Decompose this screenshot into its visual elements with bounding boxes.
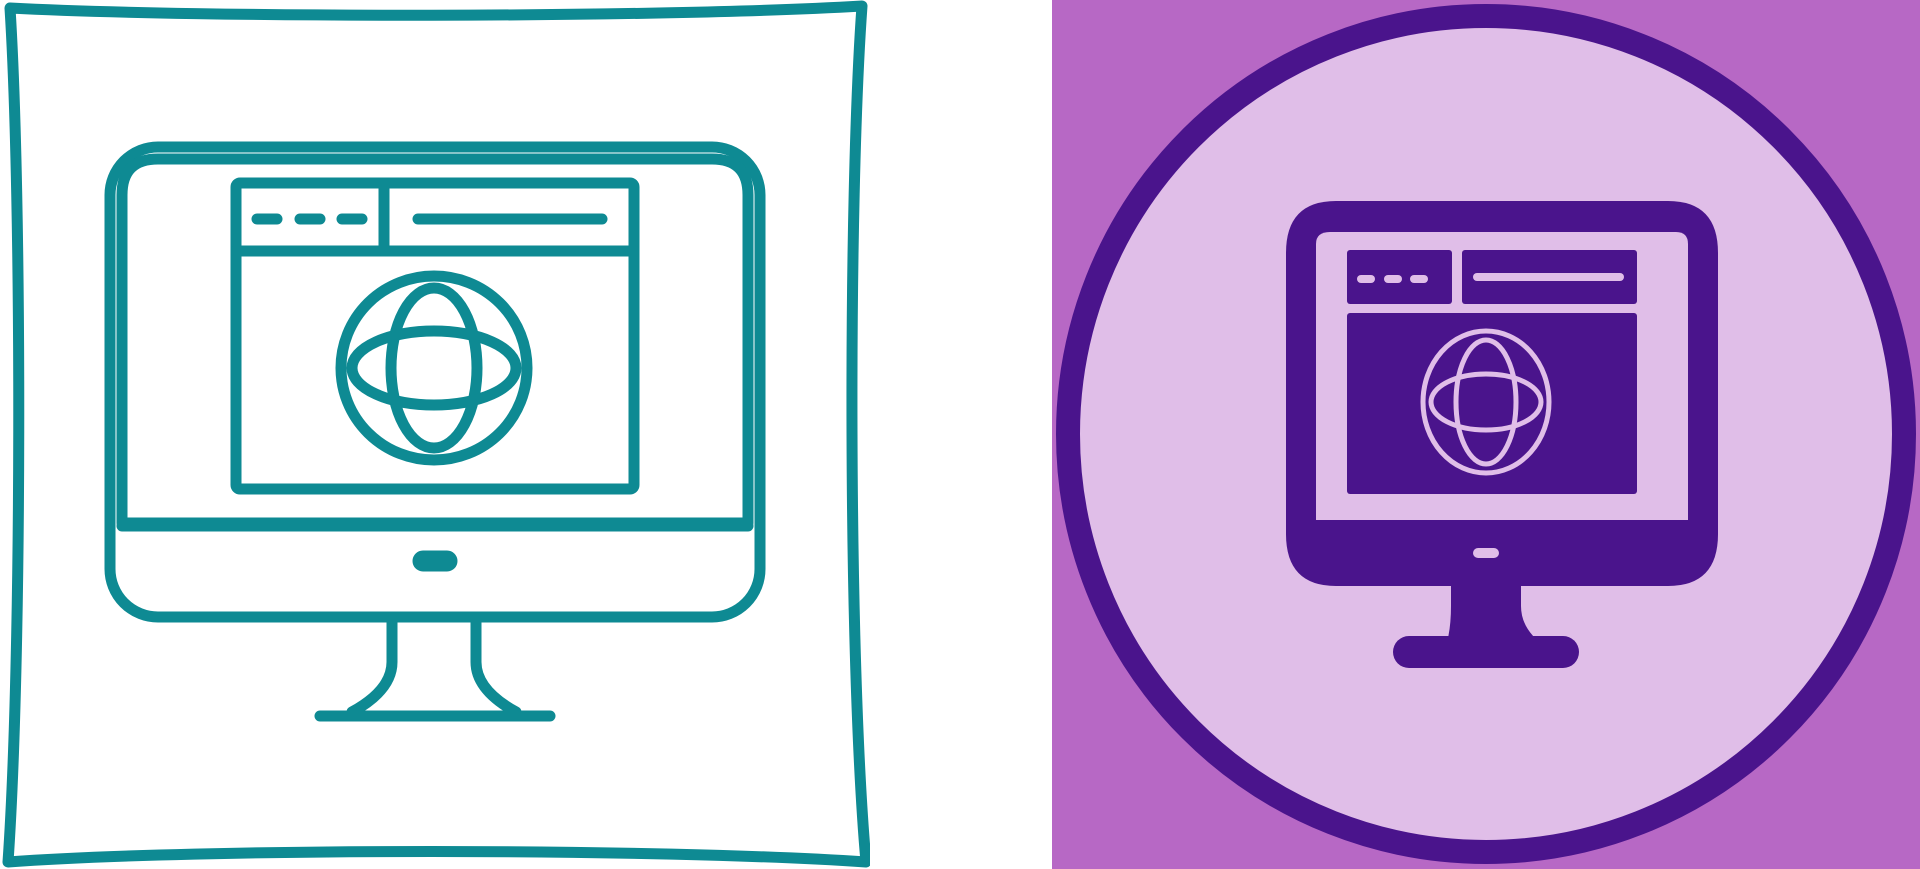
glyph-icon-panel xyxy=(1052,0,1920,869)
power-indicator-icon xyxy=(412,550,458,572)
line-icon-svg xyxy=(2,0,870,868)
glyph-icon-svg xyxy=(1052,0,1920,869)
power-indicator-icon xyxy=(1473,548,1499,558)
stand-neck-right xyxy=(470,614,522,718)
globe-icon xyxy=(335,270,533,466)
icon-comparison-canvas xyxy=(0,0,1920,869)
tile-frame xyxy=(2,0,870,868)
stand-neck-left xyxy=(346,614,398,718)
stand-base xyxy=(1393,636,1579,668)
line-icon-panel xyxy=(0,0,870,869)
